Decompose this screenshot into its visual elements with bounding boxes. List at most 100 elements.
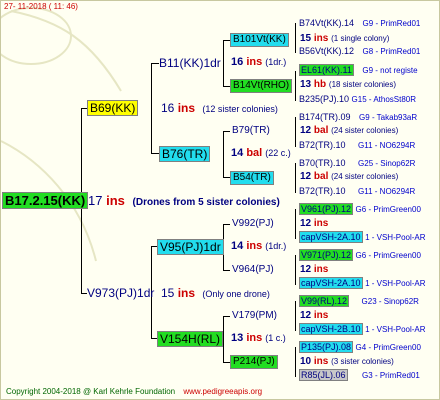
gen4-row-1: B56Vt(KK).12 G8 - PrimRed01	[299, 47, 420, 56]
gen1-unit-0: ins	[177, 101, 196, 115]
connector	[295, 301, 296, 331]
gen3-count-0: 15	[300, 33, 312, 44]
gen1-queen-1[interactable]: V973(PJ)1dr	[87, 287, 154, 299]
gen3-queen-1[interactable]: B14Vt(RHO)	[230, 79, 293, 93]
gen2-note-2: (1dr.)	[265, 241, 287, 251]
gen4-id-14[interactable]: P135(PJ).08	[299, 341, 354, 353]
gen1-count-1: 15	[161, 286, 175, 300]
connector	[223, 131, 224, 177]
gen4-id-9[interactable]: capVSH-2A.10	[299, 231, 363, 243]
gen4-row-12: V99(RL).12 G23 - Sinop62R	[299, 295, 419, 307]
gen4-info-11: 1 - VSH-Pool-AR	[365, 279, 426, 288]
connector	[223, 131, 230, 132]
footer-copyright: Copyright 2004-2018 @ Karl Kehrle Founda…	[6, 388, 262, 396]
gen2-stats-3: 13 ins (1 c.)	[231, 333, 286, 344]
gen2-count-0: 16	[231, 56, 244, 68]
gen3-queen-6[interactable]: V179(PM)	[232, 311, 277, 321]
gen3-stats-0: 15 ins (1 single colony)	[300, 34, 389, 44]
gen3-queen-4[interactable]: V992(PJ)	[232, 219, 274, 229]
gen4-row-14: P135(PJ).08 G4 - PrimGreen00	[299, 341, 421, 353]
header-date: 27- 11-2018 ( 11: 46)	[4, 2, 78, 11]
connector	[223, 40, 230, 41]
gen2-queen-2[interactable]: V95(PJ)1dr	[157, 239, 224, 255]
site-link[interactable]: www.pedigreeapis.org	[183, 387, 262, 396]
gen1-stats-0: 16 ins (12 sister colonies)	[161, 102, 278, 114]
connector	[151, 63, 159, 64]
gen4-id-0[interactable]: B74Vt(KK).14	[299, 18, 354, 28]
gen2-note-1: (22 c.)	[265, 148, 291, 158]
gen3-unit-2: bal	[313, 125, 329, 136]
gen4-id-2[interactable]: EL61(KK).11	[299, 64, 354, 76]
gen3-queen-5[interactable]: V964(PJ)	[232, 265, 274, 275]
gen2-unit-2: ins	[246, 240, 263, 252]
root-count: 17	[88, 193, 103, 208]
gen3-count-4: 12	[300, 218, 312, 229]
connector	[223, 316, 224, 362]
gen3-unit-7: ins	[313, 356, 329, 367]
root-stats: 17 ins (Drones from 5 sister colonies)	[88, 194, 280, 208]
gen4-id-8[interactable]: V961(PJ).12	[299, 203, 354, 215]
gen3-stats-7: 10 ins (3 sister colonies)	[300, 357, 394, 367]
gen3-count-1: 13	[300, 79, 312, 90]
gen2-note-0: (1dr.)	[265, 57, 287, 67]
gen4-id-13[interactable]: capVSH-2B.10	[299, 323, 363, 335]
gen3-stats-5: 12 ins	[300, 265, 328, 275]
gen4-id-12[interactable]: V99(RL).12	[299, 295, 350, 307]
connector	[223, 362, 230, 363]
copyright-text: Copyright 2004-2018 @ Karl Kehrle Founda…	[6, 387, 176, 396]
gen4-info-13: 1 - VSH-Pool-AR	[365, 325, 426, 334]
gen2-unit-0: ins	[246, 56, 263, 68]
gen3-stats-6: 12 ins	[300, 311, 328, 321]
gen2-unit-3: ins	[246, 332, 263, 344]
gen2-queen-1[interactable]: B76(TR)	[159, 146, 211, 162]
connector	[151, 63, 152, 153]
gen2-stats-1: 14 bal (22 c.)	[231, 148, 291, 159]
gen3-queen-3[interactable]: B54(TR)	[230, 171, 274, 185]
gen4-id-1[interactable]: B56Vt(KK).12	[299, 46, 354, 56]
gen2-note-3: (1 c.)	[265, 333, 286, 343]
gen4-id-5[interactable]: B72(TR).10	[299, 140, 346, 150]
gen3-count-3: 12	[300, 171, 312, 182]
gen4-row-0: B74Vt(KK).14 G9 - PrimRed01	[299, 19, 420, 28]
gen2-queen-0[interactable]: B11(KK)1dr	[159, 57, 221, 69]
gen3-unit-4: ins	[313, 218, 329, 229]
gen3-unit-3: bal	[313, 171, 329, 182]
gen4-info-8: G6 - PrimGreen00	[355, 205, 421, 214]
gen4-id-15[interactable]: R85(JL).06	[299, 369, 348, 381]
gen3-queen-7[interactable]: P214(PJ)	[230, 355, 278, 369]
connector	[223, 224, 230, 225]
gen4-id-10[interactable]: V971(PJ).12	[299, 249, 354, 261]
gen2-count-2: 14	[231, 240, 244, 252]
root-queen[interactable]: B17.2.15(KK)	[2, 192, 89, 209]
gen2-count-3: 13	[231, 332, 244, 344]
connector	[223, 86, 230, 87]
gen4-row-7: B72(TR).10 G11 - NO6294R	[299, 187, 415, 196]
gen3-note-2: (24 sister colonies)	[331, 126, 399, 135]
gen2-queen-3[interactable]: V154H(RL)	[157, 331, 224, 347]
connector	[295, 209, 296, 239]
gen4-info-1: G8 - PrimRed01	[362, 47, 421, 56]
root-unit: ins	[106, 193, 125, 208]
gen4-row-2: EL61(KK).11 G9 - not registe	[299, 64, 418, 76]
gen4-info-4: G9 - Takab93aR	[359, 113, 418, 122]
gen3-unit-6: ins	[313, 310, 329, 321]
gen2-unit-1: bal	[246, 147, 263, 159]
connector	[151, 153, 159, 154]
connector	[295, 71, 296, 101]
gen3-queen-0[interactable]: B101Vt(KK)	[230, 33, 289, 47]
gen4-info-12: G23 - Sinop62R	[361, 297, 419, 306]
gen4-row-5: B72(TR).10 G11 - NO6294R	[299, 141, 415, 150]
connector	[223, 316, 230, 317]
gen4-info-10: G6 - PrimGreen00	[355, 251, 421, 260]
gen3-unit-1: hb	[313, 79, 327, 90]
gen3-note-7: (3 sister colonies)	[331, 357, 394, 366]
gen4-id-3[interactable]: B235(PJ).10	[299, 94, 349, 104]
gen3-queen-2[interactable]: B79(TR)	[232, 126, 270, 136]
gen4-row-11: capVSH-2A.10 1 - VSH-Pool-AR	[299, 277, 426, 289]
connector	[223, 40, 224, 86]
gen4-id-11[interactable]: capVSH-2A.10	[299, 277, 363, 289]
gen4-id-4[interactable]: B174(TR).09	[299, 112, 351, 122]
gen4-id-6[interactable]: B70(TR).10	[299, 158, 346, 168]
gen4-id-7[interactable]: B72(TR).10	[299, 186, 346, 196]
gen1-queen-0[interactable]: B69(KK)	[87, 100, 139, 116]
